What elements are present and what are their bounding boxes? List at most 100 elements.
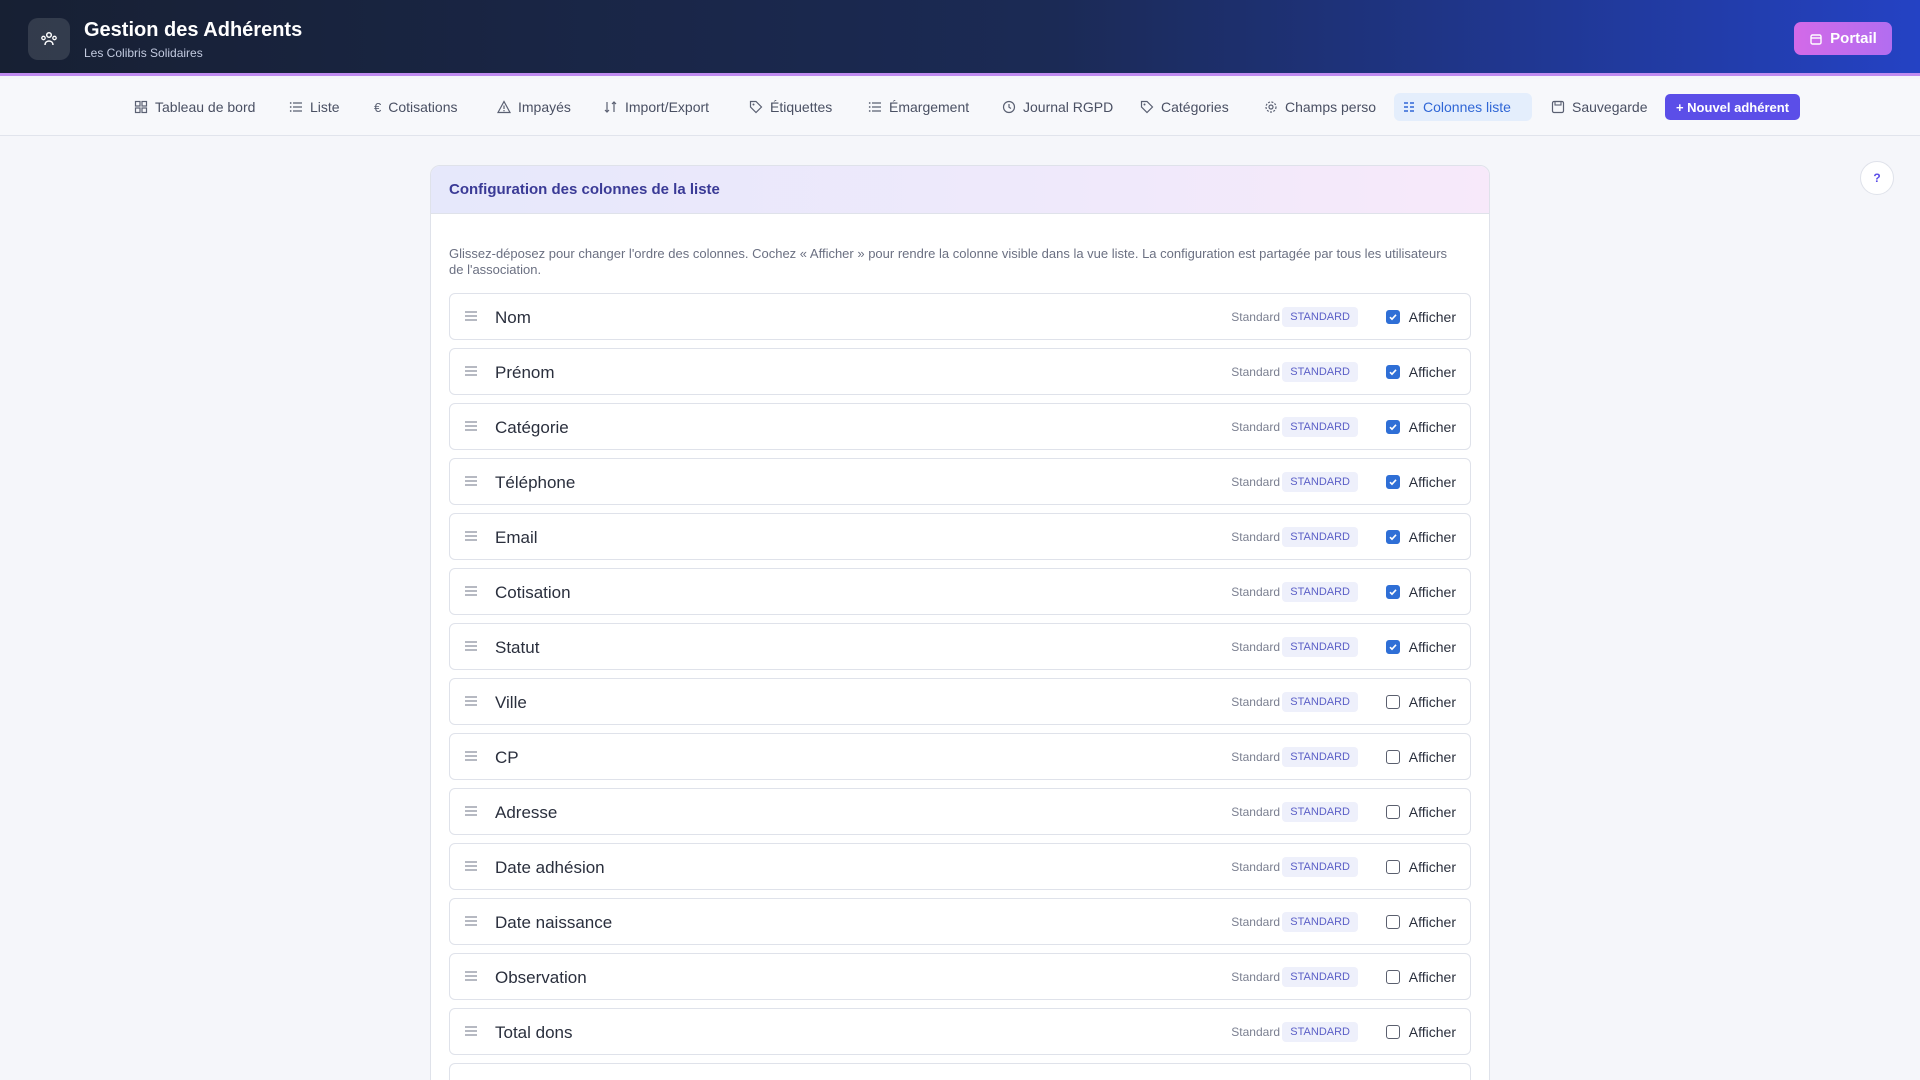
- drag-handle-icon[interactable]: [464, 914, 478, 928]
- show-checkbox[interactable]: [1386, 915, 1400, 929]
- drag-handle-icon[interactable]: [464, 749, 478, 763]
- column-name: CP: [495, 748, 519, 767]
- column-row[interactable]: Email Standard STANDARD Afficher: [449, 513, 1471, 560]
- column-type: Standard: [1231, 585, 1280, 599]
- show-checkbox[interactable]: [1386, 970, 1400, 984]
- check-icon: [1389, 589, 1397, 596]
- show-label: Afficher: [1408, 584, 1456, 600]
- type-badge: STANDARD: [1282, 967, 1358, 987]
- show-checkbox[interactable]: [1386, 860, 1400, 874]
- tab-liste[interactable]: Liste: [281, 93, 348, 121]
- show-checkbox[interactable]: [1386, 585, 1400, 599]
- tab-import-export[interactable]: Import/Export: [596, 93, 717, 121]
- drag-handle-icon[interactable]: [464, 584, 478, 598]
- drag-handle-icon[interactable]: [464, 694, 478, 708]
- drag-handle-icon[interactable]: [464, 1024, 478, 1038]
- check-icon: [1389, 369, 1397, 376]
- tab-sauvegarde[interactable]: Sauvegarde: [1543, 93, 1656, 121]
- type-badge: STANDARD: [1282, 417, 1358, 437]
- tab-label: Catégories: [1161, 99, 1229, 115]
- column-row[interactable]: Téléphone Standard STANDARD Afficher: [449, 458, 1471, 505]
- gear-icon: [1265, 101, 1277, 113]
- tab-champs-perso[interactable]: Champs perso: [1256, 93, 1384, 121]
- show-checkbox[interactable]: [1386, 805, 1400, 819]
- type-badge: STANDARD: [1282, 692, 1358, 712]
- column-row[interactable]: Cotisation Standard STANDARD Afficher: [449, 568, 1471, 615]
- drag-handle-icon[interactable]: [464, 474, 478, 488]
- type-badge: STANDARD: [1282, 747, 1358, 767]
- show-checkbox[interactable]: [1386, 365, 1400, 379]
- columns-config-card: Configuration des colonnes de la liste G…: [430, 165, 1490, 1080]
- column-row[interactable]: Total dons Standard STANDARD Afficher: [449, 1008, 1471, 1055]
- check-icon: [1389, 424, 1397, 431]
- tab-emargement[interactable]: Émargement: [860, 93, 977, 121]
- column-row[interactable]: Ville Standard STANDARD Afficher: [449, 678, 1471, 725]
- drag-handle-icon[interactable]: [464, 309, 478, 323]
- tab-journal-rgpd[interactable]: Journal RGPD: [994, 93, 1121, 121]
- tab-label: Liste: [310, 99, 340, 115]
- columns-icon: [1404, 102, 1414, 112]
- type-badge: STANDARD: [1282, 307, 1358, 327]
- drag-handle-icon[interactable]: [464, 364, 478, 378]
- type-badge: STANDARD: [1282, 1022, 1358, 1042]
- show-checkbox[interactable]: [1386, 420, 1400, 434]
- column-row[interactable]: CP Standard STANDARD Afficher: [449, 733, 1471, 780]
- show-checkbox[interactable]: [1386, 530, 1400, 544]
- show-label: Afficher: [1408, 364, 1456, 380]
- column-row[interactable]: Adresse Standard STANDARD Afficher: [449, 788, 1471, 835]
- show-label: Afficher: [1408, 529, 1456, 545]
- type-badge: STANDARD: [1282, 582, 1358, 602]
- card-description: Glissez-déposez pour changer l'ordre des…: [449, 246, 1448, 277]
- show-checkbox[interactable]: [1386, 640, 1400, 654]
- drag-handle-icon[interactable]: [464, 419, 478, 433]
- portal-button[interactable]: Portail: [1794, 22, 1892, 55]
- tab-tableau-de-bord[interactable]: Tableau de bord: [126, 93, 263, 121]
- column-row[interactable]: Statut Standard STANDARD Afficher: [449, 623, 1471, 670]
- portal-label: Portail: [1830, 30, 1877, 47]
- euro-icon: €: [374, 99, 382, 115]
- tab-colonnes-liste[interactable]: Colonnes liste: [1394, 93, 1532, 121]
- type-badge: STANDARD: [1282, 472, 1358, 492]
- tab-label: Émargement: [889, 99, 970, 115]
- show-label: Afficher: [1408, 639, 1456, 655]
- show-checkbox[interactable]: [1386, 1025, 1400, 1039]
- new-member-button[interactable]: + Nouvel adhérent: [1665, 94, 1800, 120]
- show-checkbox[interactable]: [1386, 695, 1400, 709]
- column-type: Standard: [1231, 640, 1280, 654]
- drag-handle-icon[interactable]: [464, 969, 478, 983]
- show-label: Afficher: [1408, 804, 1456, 820]
- warning-icon: [497, 100, 511, 114]
- drag-handle-icon[interactable]: [464, 804, 478, 818]
- column-row[interactable]: Nom Standard STANDARD Afficher: [449, 293, 1471, 340]
- tab-cotisations[interactable]: € Cotisations: [366, 93, 466, 121]
- save-icon: [1551, 100, 1565, 114]
- tab-label: Import/Export: [625, 99, 710, 115]
- show-checkbox[interactable]: [1386, 750, 1400, 764]
- column-row[interactable]: Date naissance Standard STANDARD Afficher: [449, 898, 1471, 945]
- type-badge: STANDARD: [1282, 637, 1358, 657]
- drag-handle-icon[interactable]: [464, 639, 478, 653]
- show-checkbox[interactable]: [1386, 475, 1400, 489]
- column-row[interactable]: [449, 1063, 1471, 1080]
- help-button[interactable]: ?: [1860, 161, 1894, 195]
- column-name: Date adhésion: [495, 858, 605, 877]
- drag-handle-icon[interactable]: [464, 859, 478, 873]
- column-row[interactable]: Catégorie Standard STANDARD Afficher: [449, 403, 1471, 450]
- column-name: Date naissance: [495, 913, 613, 932]
- column-type: Standard: [1231, 1025, 1280, 1039]
- show-label: Afficher: [1408, 309, 1456, 325]
- column-name: Adresse: [495, 803, 558, 822]
- tab-impayes[interactable]: Impayés: [489, 93, 579, 121]
- column-type: Standard: [1231, 420, 1280, 434]
- tab-label: Colonnes liste: [1423, 99, 1511, 115]
- show-checkbox[interactable]: [1386, 310, 1400, 324]
- tab-categories[interactable]: Catégories: [1132, 93, 1237, 121]
- show-label: Afficher: [1408, 859, 1456, 875]
- column-row[interactable]: Date adhésion Standard STANDARD Afficher: [449, 843, 1471, 890]
- column-row[interactable]: Observation Standard STANDARD Afficher: [449, 953, 1471, 1000]
- tab-etiquettes[interactable]: Étiquettes: [741, 93, 840, 121]
- column-row[interactable]: Prénom Standard STANDARD Afficher: [449, 348, 1471, 395]
- column-name: Statut: [495, 638, 540, 657]
- drag-handle-icon[interactable]: [464, 529, 478, 543]
- type-badge: STANDARD: [1282, 857, 1358, 877]
